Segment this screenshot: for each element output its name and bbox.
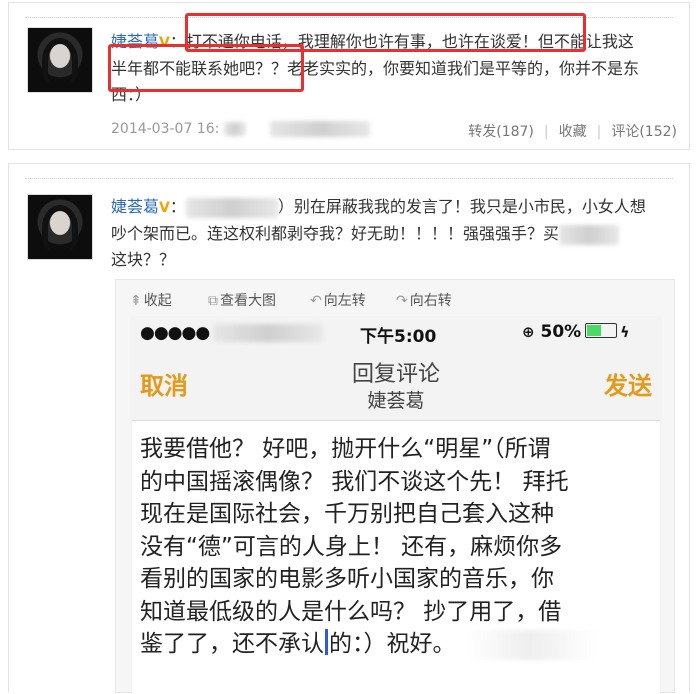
redacted [559, 224, 620, 245]
collapse-button[interactable]: ⇞ 收起 [130, 290, 172, 310]
nav-subtitle: 婕荟葛 [367, 390, 425, 412]
watermark [465, 629, 596, 660]
favorite-button[interactable]: 收藏 [559, 124, 587, 140]
view-large-button[interactable]: ⧉ 查看大图 [208, 290, 276, 310]
divider [25, 17, 673, 18]
divider [25, 178, 673, 179]
redacted [223, 122, 246, 136]
post-text: ： [169, 197, 186, 216]
post-body: 婕荟葛V：打不通你电话，我理解你也许有事，也许在谈爱！但不能让我这 半年都不能联… [111, 29, 686, 108]
view-large-icon: ⧉ [208, 293, 218, 309]
rotate-left-icon: ↶ [310, 293, 322, 309]
post-actions: 转发(187) | 收藏 | 评论(152) [468, 124, 677, 140]
verified-icon: V [159, 35, 170, 51]
reply-textarea[interactable]: 我要借他？ 好吧，抛开什么“明星”（所谓 的中国摇滚偶像？ 我们不谈这个先！ 拜… [132, 420, 660, 694]
post-text-line1: ：打不通你电话，我理解你也许有事，也许在谈爱！但不能让我这 [169, 32, 634, 51]
reply-navbar: 取消 回复评论 婕荟葛 发送 [130, 352, 662, 414]
verified-icon: V [159, 200, 170, 216]
lock-rotation-icon: ⊕ [522, 323, 535, 341]
nav-title: 回复评论 [351, 362, 440, 387]
charging-icon: ϟ [620, 325, 630, 341]
post-text-line3: 这块？？ [111, 250, 176, 269]
post-text-line2: 半年都不能联系她吧？？老老实实的，你要知道我们是平等的，你并不是东 [111, 59, 640, 78]
post-text-line2: 吵个架而已。连这权利都剥夺我？好无助！！！！强强强手？买 [111, 224, 560, 243]
avatar[interactable] [27, 27, 93, 93]
embedded-image-panel: ⇞ 收起 ⧉ 查看大图 ↶ 向左转 ↷ 向右转 ●●●●● 下午5:00 ⊕ 50% ϟ … [115, 279, 675, 694]
post-meta: 2014-03-07 16: [111, 121, 371, 137]
battery-icon [585, 323, 618, 338]
signal-dots-icon: ●●●●● [140, 323, 324, 343]
status-bar: ●●●●● 下午5:00 ⊕ 50% ϟ [130, 316, 662, 352]
reply-text: 我要借他？ 好吧，抛开什么“明星”（所谓 的中国摇滚偶像？ 我们不谈这个先！ 拜… [140, 433, 652, 661]
redacted [270, 121, 371, 137]
text-cursor [325, 629, 328, 655]
avatar[interactable] [27, 194, 93, 260]
send-button[interactable]: 发送 [604, 366, 652, 401]
rotate-right-button[interactable]: ↷ 向右转 [396, 290, 452, 310]
post-text-line3: 西：） [111, 85, 152, 104]
rotate-left-button[interactable]: ↶ 向左转 [310, 290, 366, 310]
username-link[interactable]: 婕荟葛 [111, 32, 159, 51]
status-time: 下午5:00 [360, 327, 437, 347]
battery-indicator: ⊕ 50% ϟ [522, 322, 630, 342]
phone-screenshot: ●●●●● 下午5:00 ⊕ 50% ϟ 取消 回复评论 婕荟葛 发送 我要借他？… [130, 316, 662, 694]
redacted [185, 197, 278, 218]
post-text-line1: ）别在屏蔽我我的发言了！我只是小市民，小女人想 [277, 197, 646, 216]
repost-button[interactable]: 转发(187) [468, 124, 534, 140]
post-body: 婕荟葛V： ）别在屏蔽我我的发言了！我只是小市民，小女人想 吵个架而已。连这权利都… [111, 194, 686, 273]
rotate-right-icon: ↷ [396, 293, 408, 309]
timestamp[interactable]: 2014-03-07 16: [111, 121, 219, 137]
image-toolbar: ⇞ 收起 ⧉ 查看大图 ↶ 向左转 ↷ 向右转 [116, 280, 674, 316]
username-link[interactable]: 婕荟葛 [111, 197, 159, 216]
comment-button[interactable]: 评论(152) [611, 124, 677, 140]
weibo-post-1: 婕荟葛V：打不通你电话，我理解你也许有事，也许在谈爱！但不能让我这 半年都不能联… [8, 2, 690, 150]
weibo-post-2: 婕荟葛V： ）别在屏蔽我我的发言了！我只是小市民，小女人想 吵个架而已。连这权利都… [8, 163, 690, 694]
collapse-icon: ⇞ [130, 293, 142, 309]
